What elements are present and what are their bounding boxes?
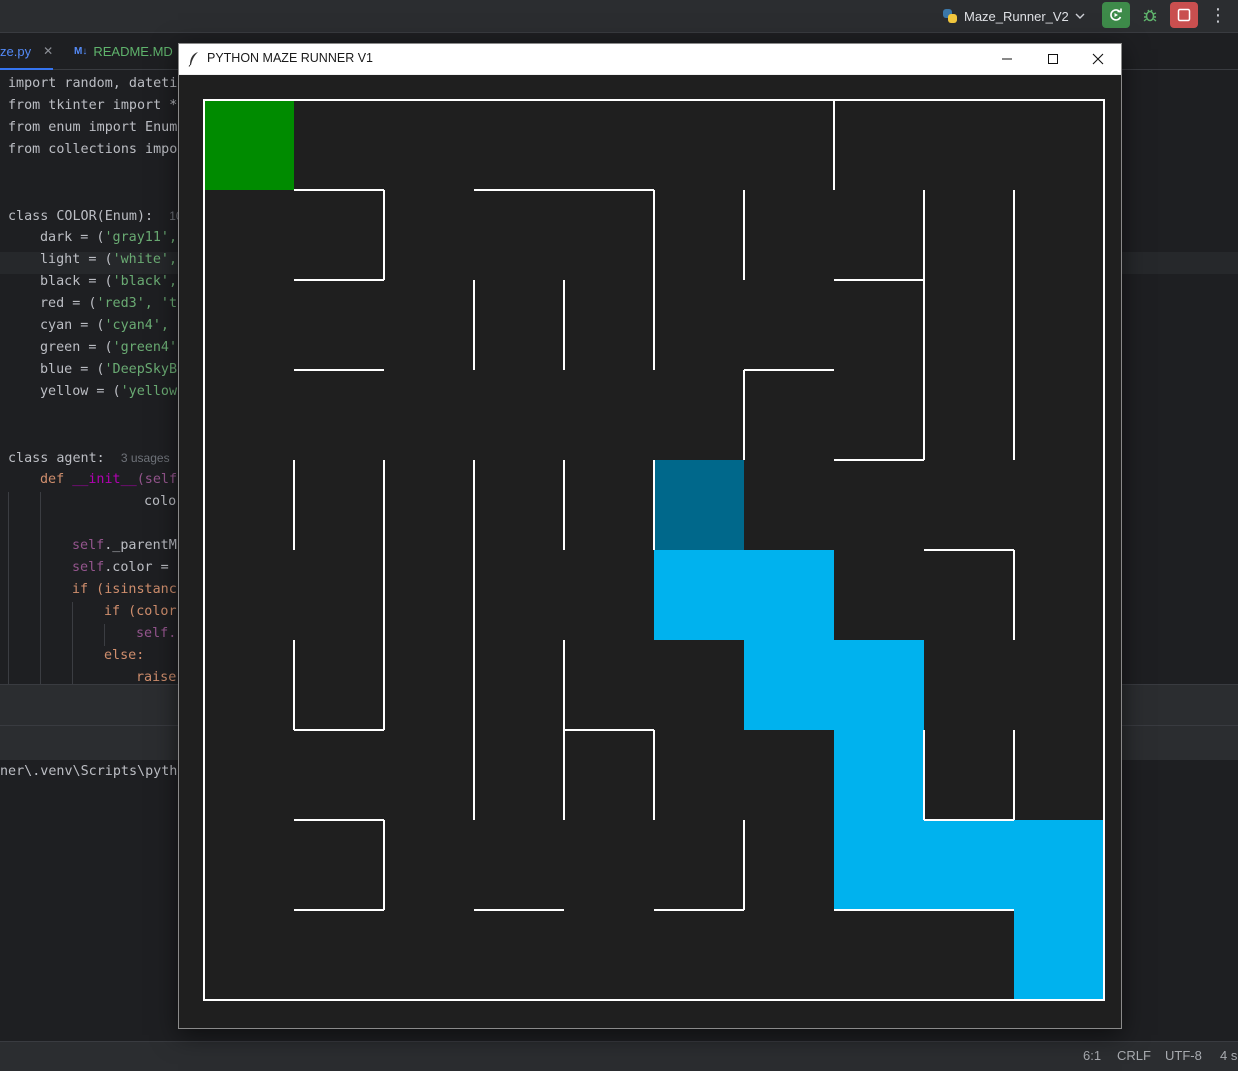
- path-cell: [744, 550, 834, 640]
- code-line: from tkinter import *: [8, 98, 178, 113]
- code-line: green = ('green4': [40, 340, 178, 355]
- code-line: if (color: [104, 604, 177, 619]
- path-cell: [1014, 820, 1104, 910]
- tab-maze-py[interactable]: ze.py ✕: [0, 33, 54, 70]
- stop-button[interactable]: [1170, 2, 1198, 28]
- maze-window: PYTHON MAZE RUNNER V1: [178, 43, 1122, 1029]
- run-config-label: Maze_Runner_V2: [964, 8, 1069, 24]
- minimize-icon: [1002, 58, 1012, 60]
- more-icon: ⋮: [1209, 4, 1227, 26]
- file-encoding[interactable]: UTF-8: [1165, 1048, 1202, 1063]
- indent-setting[interactable]: 4 s: [1220, 1048, 1237, 1063]
- code-line: cyan = ('cyan4',: [40, 318, 169, 333]
- run-configuration-selector[interactable]: Maze_Runner_V2: [942, 4, 1085, 28]
- code-line: if (isinstanc: [72, 582, 177, 597]
- rerun-icon: [1110, 8, 1122, 21]
- feather-icon: [188, 52, 198, 67]
- tab-readme[interactable]: M↓ README.MD: [74, 33, 173, 69]
- caret-position[interactable]: 6:1: [1083, 1048, 1101, 1063]
- line-separator[interactable]: CRLF: [1117, 1048, 1151, 1063]
- start-cell: [204, 100, 294, 190]
- code-line: colo: [144, 494, 177, 509]
- code-line: class agent: 3 usages: [8, 451, 170, 466]
- code-line: from enum import Enum: [8, 120, 178, 135]
- console-output-line: ner\.venv\Scripts\pytho: [0, 764, 186, 779]
- code-line: blue = ('DeepSkyB: [40, 362, 178, 377]
- maximize-button[interactable]: [1030, 44, 1076, 74]
- code-line: from collections impo: [8, 142, 178, 157]
- ide-toolbar: Maze_Runner_V2 ⋮: [0, 0, 1238, 33]
- code-line: else:: [104, 648, 145, 663]
- close-icon: [1092, 53, 1104, 65]
- path-cell: [1014, 910, 1104, 1000]
- stop-icon: [1177, 8, 1191, 22]
- code-line: import random, dateti: [8, 76, 178, 91]
- code-line: self._parentM: [72, 538, 177, 553]
- window-titlebar[interactable]: PYTHON MAZE RUNNER V1: [179, 44, 1121, 74]
- code-line: red = ('red3', 't: [40, 296, 178, 311]
- code-line: light = ('white',: [40, 252, 178, 267]
- python-icon: [942, 8, 958, 24]
- path-cell: [834, 820, 924, 910]
- code-line: self.color =: [72, 560, 177, 575]
- rerun-button[interactable]: [1102, 2, 1130, 28]
- status-bar: 6:1 CRLF UTF-8 4 s: [0, 1041, 1238, 1071]
- minimize-button[interactable]: [984, 44, 1030, 74]
- window-title: PYTHON MAZE RUNNER V1: [207, 51, 373, 65]
- maze-svg: [203, 99, 1105, 1001]
- agent-cell: [654, 460, 744, 550]
- path-cell: [834, 640, 924, 730]
- code-line: yellow = ('yellow: [40, 384, 178, 399]
- path-cell: [924, 820, 1014, 910]
- path-cell: [834, 730, 924, 820]
- debug-button[interactable]: [1136, 2, 1164, 28]
- code-line: def __init__(self: [40, 472, 178, 487]
- tab-label: ze.py: [0, 43, 32, 59]
- chevron-down-icon: [1075, 13, 1085, 19]
- debug-icon: [1143, 9, 1157, 22]
- path-cell: [654, 550, 744, 640]
- code-line: self.: [136, 626, 177, 641]
- tab-label: README.MD: [93, 43, 173, 59]
- markdown-icon: M↓: [74, 45, 88, 57]
- path-cell: [744, 640, 834, 730]
- more-actions-button[interactable]: ⋮: [1204, 2, 1232, 28]
- close-icon[interactable]: ✕: [43, 44, 53, 58]
- code-line: black = ('black',: [40, 274, 178, 289]
- code-line: dark = ('gray11',: [40, 230, 178, 245]
- code-line: class COLOR(Enum): 10: [8, 209, 183, 224]
- maze-canvas[interactable]: [179, 75, 1121, 1028]
- close-button[interactable]: [1075, 44, 1121, 74]
- maximize-icon: [1048, 54, 1058, 64]
